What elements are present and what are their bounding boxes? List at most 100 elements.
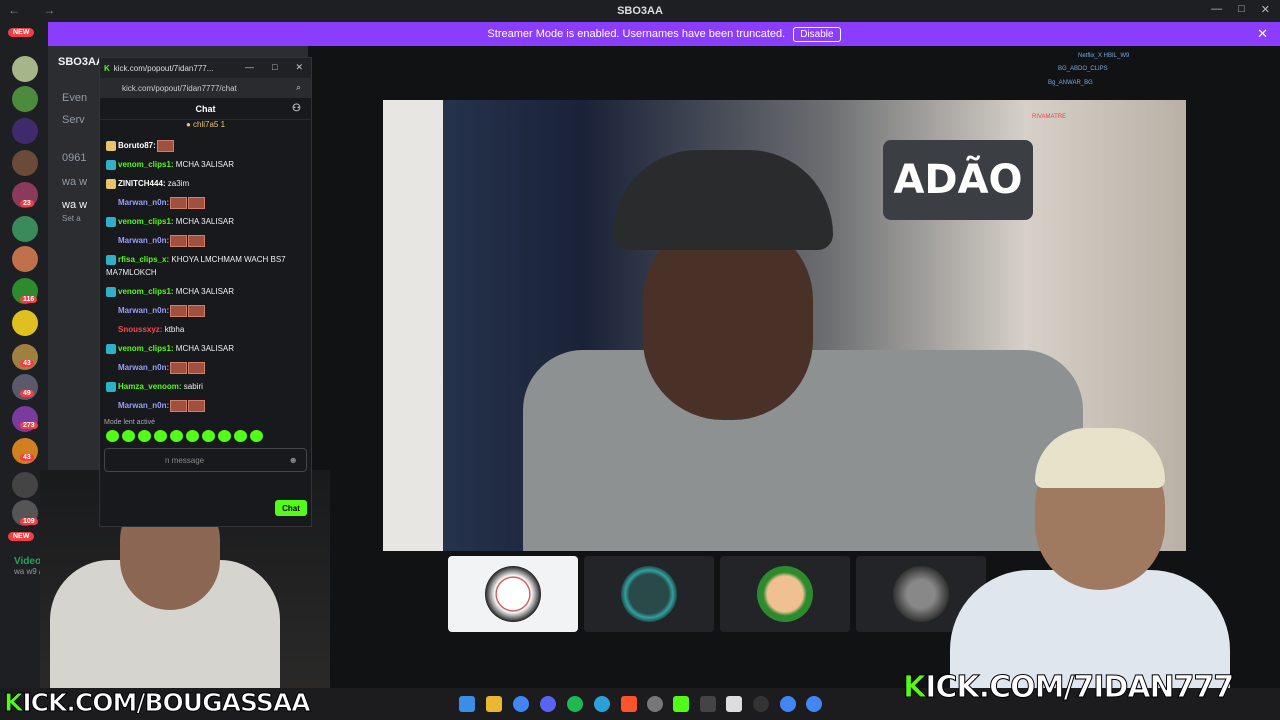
chat-username[interactable]: venom_clips1: xyxy=(118,287,174,296)
kick-icon[interactable] xyxy=(673,696,689,712)
chrome-icon[interactable] xyxy=(806,696,822,712)
chat-username[interactable]: ZINITCH444: xyxy=(118,179,166,188)
viewer-name: Netflix_X HBIL_W9 xyxy=(1078,53,1130,59)
minimize-icon[interactable]: — xyxy=(1211,3,1222,16)
server-icon[interactable] xyxy=(12,472,38,498)
chat-message: venom_clips1: MCHA 3ALISAR xyxy=(106,212,305,231)
chat-text: ktbha xyxy=(162,325,185,334)
spotify-icon[interactable] xyxy=(567,696,583,712)
server-icon[interactable] xyxy=(12,246,38,272)
chat-username[interactable]: Marwan_n0n: xyxy=(118,363,169,372)
badge-icon xyxy=(106,254,116,265)
unread-badge: 109 xyxy=(20,518,38,525)
channel-server[interactable]: Serv xyxy=(62,114,85,126)
folder-icon[interactable] xyxy=(486,696,502,712)
window-controls[interactable]: — □ ✕ xyxy=(1211,3,1270,16)
chat-username[interactable]: Marwan_n0n: xyxy=(118,236,169,245)
server-icon[interactable] xyxy=(12,56,38,82)
emote-icon[interactable] xyxy=(186,430,199,442)
chat-message: Marwan_n0n: xyxy=(106,231,305,250)
maximize-icon[interactable]: □ xyxy=(272,62,277,73)
unread-badge: 43 xyxy=(20,454,34,461)
chat-username[interactable]: Marwan_n0n: xyxy=(118,306,169,315)
emote-icon xyxy=(170,196,188,209)
chrome-icon[interactable] xyxy=(780,696,796,712)
disable-button[interactable]: Disable xyxy=(793,26,841,42)
close-banner-icon[interactable]: ✕ xyxy=(1257,26,1268,42)
chat-username[interactable]: venom_clips1: xyxy=(118,217,174,226)
chat-message: Snoussxyz: ktbha xyxy=(106,320,305,339)
emote-icon[interactable] xyxy=(138,430,151,442)
emote-icon[interactable] xyxy=(202,430,215,442)
emote-icon[interactable] xyxy=(106,430,119,442)
chat-message: venom_clips1: MCHA 3ALISAR xyxy=(106,339,305,358)
unread-badge: 116 xyxy=(20,296,38,303)
chat-message: ZINITCH444: za3im xyxy=(106,174,305,193)
server-icon[interactable] xyxy=(12,86,38,112)
app-icon[interactable] xyxy=(726,696,742,712)
chrome-icon[interactable] xyxy=(513,696,529,712)
chat-message: venom_clips1: MCHA 3ALISAR xyxy=(106,282,305,301)
emoji-icon[interactable]: ☻ xyxy=(289,455,298,465)
discord-icon[interactable] xyxy=(540,696,556,712)
wall-shelf xyxy=(383,100,443,551)
badge-icon xyxy=(106,198,116,208)
chat-message: Hamza_venoom: sabiri xyxy=(106,377,305,396)
server-name[interactable]: SBO3AA xyxy=(58,56,104,68)
emote-icon[interactable] xyxy=(154,430,167,442)
chat-username[interactable]: Boruto87: xyxy=(118,141,156,150)
chat-username[interactable]: Snoussxyz: xyxy=(118,325,162,334)
channel-text[interactable]: 0961 xyxy=(62,152,86,164)
chat-username[interactable]: venom_clips1: xyxy=(118,344,174,353)
chat-input[interactable]: n message ☻ xyxy=(104,448,307,472)
brave-icon[interactable] xyxy=(621,696,637,712)
minimize-icon[interactable]: — xyxy=(245,62,254,73)
kick-chat-popout: K kick.com/popout/7idan777... — □ ✕ kick… xyxy=(99,57,312,527)
new-badge: NEW xyxy=(8,532,35,541)
start-icon[interactable] xyxy=(459,696,475,712)
url-text[interactable]: kick.com/popout/7idan7777/chat xyxy=(122,84,237,93)
set-status[interactable]: Set a xyxy=(62,214,81,223)
server-icon[interactable] xyxy=(12,310,38,336)
obs-icon[interactable] xyxy=(753,696,769,712)
emote-icon[interactable] xyxy=(250,430,263,442)
chat-input-placeholder[interactable]: n message xyxy=(165,456,204,465)
close-icon[interactable]: ✕ xyxy=(1261,3,1270,16)
close-icon[interactable]: ✕ xyxy=(295,62,303,73)
chat-username[interactable]: Marwan_n0n: xyxy=(118,198,169,207)
kick-url-text: ICK.COM/BOUGASSAA xyxy=(22,688,311,718)
server-icon[interactable] xyxy=(12,150,38,176)
chat-username[interactable]: venom_clips1: xyxy=(118,160,174,169)
participant-tile[interactable] xyxy=(448,556,578,632)
channel-events[interactable]: Even xyxy=(62,92,87,104)
participant-tile[interactable] xyxy=(720,556,850,632)
emote-icon[interactable] xyxy=(170,430,183,442)
search-icon[interactable]: ⌕ xyxy=(296,82,301,93)
terminal-icon[interactable] xyxy=(700,696,716,712)
unread-badge: 43 xyxy=(20,360,34,367)
emote-icon[interactable] xyxy=(122,430,135,442)
chat-messages: Boruto87: venom_clips1: MCHA 3ALISAR ZINIT… xyxy=(100,136,311,415)
popout-window-controls[interactable]: — □ ✕ xyxy=(245,62,303,73)
chat-username[interactable]: rfisa_clips_x: xyxy=(118,255,169,264)
emote-icon[interactable] xyxy=(218,430,231,442)
chat-username[interactable]: Hamza_venoom: xyxy=(118,382,182,391)
settings-icon[interactable] xyxy=(647,696,663,712)
chat-username[interactable]: Marwan_n0n: xyxy=(118,401,169,410)
maximize-icon[interactable]: □ xyxy=(1238,3,1245,16)
send-chat-button[interactable]: Chat xyxy=(275,500,307,516)
voice-channel-active[interactable]: wa w xyxy=(62,199,87,211)
emote-icon[interactable] xyxy=(234,430,247,442)
telegram-icon[interactable] xyxy=(594,696,610,712)
server-icon[interactable] xyxy=(12,118,38,144)
kick-url-overlay-right: KICK.COM/7IDAN777 xyxy=(902,670,1234,706)
streamer-mode-banner: Streamer Mode is enabled. Usernames have… xyxy=(48,22,1280,46)
voice-channel[interactable]: wa w xyxy=(62,176,87,188)
badge-icon xyxy=(106,381,116,392)
participant-tile[interactable] xyxy=(584,556,714,632)
address-bar[interactable]: kick.com/popout/7idan7777/chat ⌕ xyxy=(100,78,311,98)
pinned-user[interactable]: chli7a5 xyxy=(193,120,218,129)
server-icon[interactable] xyxy=(12,216,38,242)
users-icon[interactable]: ⚇ xyxy=(292,103,301,114)
emote-row[interactable] xyxy=(100,428,311,444)
